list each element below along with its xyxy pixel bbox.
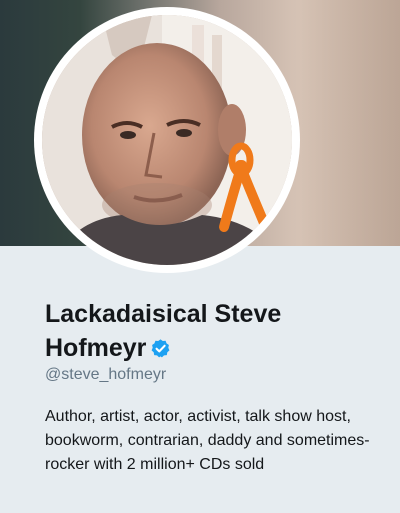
avatar-photo: [42, 15, 292, 265]
display-name-line1: Lackadaisical Steve: [45, 300, 282, 328]
avatar[interactable]: [42, 15, 292, 265]
verified-badge-icon: [151, 339, 170, 358]
display-name: Lackadaisical Steve Hofmeyr: [45, 297, 365, 365]
profile-bio: Author, artist, actor, activist, talk sh…: [45, 408, 370, 473]
banner-shade: [290, 0, 400, 246]
display-name-line2: Hofmeyr: [45, 334, 147, 362]
username-handle[interactable]: @steve_hofmeyr: [45, 366, 166, 384]
